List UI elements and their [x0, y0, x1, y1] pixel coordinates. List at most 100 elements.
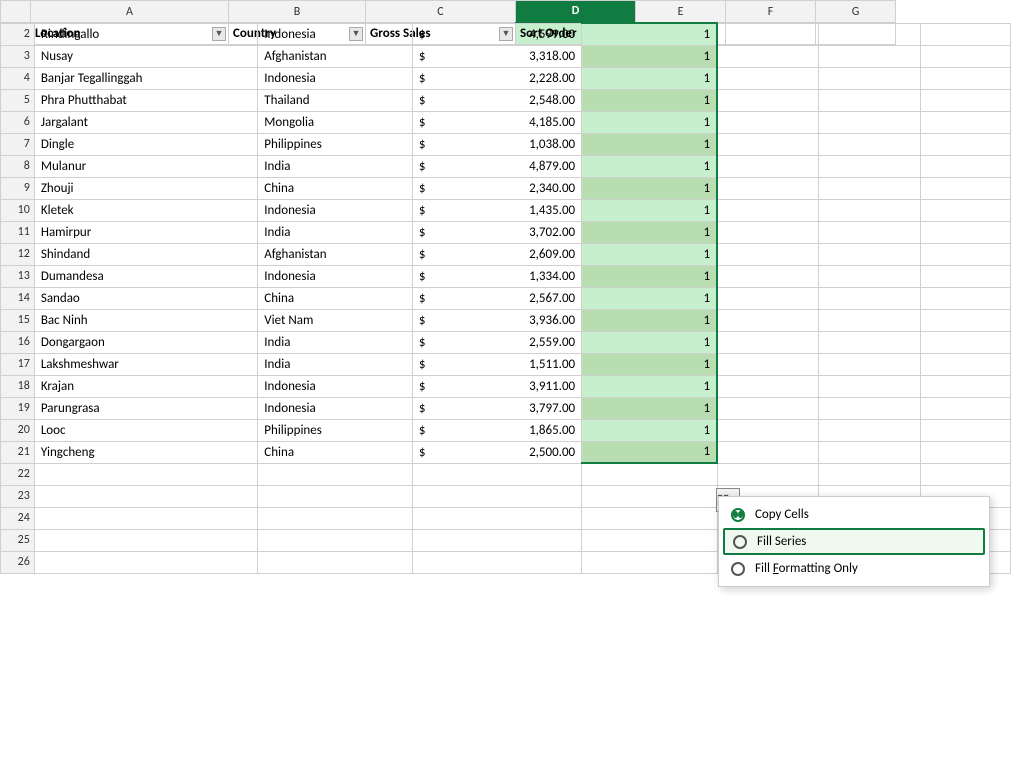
cell-d18[interactable]: 1	[582, 375, 717, 397]
cell-e17[interactable]	[717, 353, 819, 375]
cell-c3[interactable]: $3,318.00	[412, 45, 581, 67]
cell-a16[interactable]: Dongargaon	[34, 331, 257, 353]
cell-d9[interactable]: 1	[582, 177, 717, 199]
cell-g10[interactable]	[920, 199, 1010, 221]
cell-b3[interactable]: Afghanistan	[258, 45, 413, 67]
cell-a11[interactable]: Hamirpur	[34, 221, 257, 243]
cell-f4[interactable]	[819, 67, 921, 89]
cell-b26[interactable]	[258, 551, 413, 573]
cell-b5[interactable]: Thailand	[258, 89, 413, 111]
cell-a12[interactable]: Shindand	[34, 243, 257, 265]
cell-d20[interactable]: 1	[582, 419, 717, 441]
cell-f18[interactable]	[819, 375, 921, 397]
cell-g15[interactable]	[920, 309, 1010, 331]
cell-d11[interactable]: 1	[582, 221, 717, 243]
col-header-c[interactable]: C	[366, 1, 516, 23]
cell-d13[interactable]: 1	[582, 265, 717, 287]
cell-a8[interactable]: Mulanur	[34, 155, 257, 177]
cell-g17[interactable]	[920, 353, 1010, 375]
cell-a20[interactable]: Looc	[34, 419, 257, 441]
cell-c25[interactable]	[412, 529, 581, 551]
cell-e4[interactable]	[717, 67, 819, 89]
cell-c18[interactable]: $3,911.00	[412, 375, 581, 397]
cell-e16[interactable]	[717, 331, 819, 353]
cell-g4[interactable]	[920, 67, 1010, 89]
cell-e5[interactable]	[717, 89, 819, 111]
cell-a25[interactable]	[34, 529, 257, 551]
cell-b18[interactable]: Indonesia	[258, 375, 413, 397]
cell-b12[interactable]: Afghanistan	[258, 243, 413, 265]
cell-b13[interactable]: Indonesia	[258, 265, 413, 287]
cell-g12[interactable]	[920, 243, 1010, 265]
cell-b2[interactable]: Indonesia	[258, 23, 413, 45]
cell-f21[interactable]	[819, 441, 921, 463]
cell-g14[interactable]	[920, 287, 1010, 309]
cell-f12[interactable]	[819, 243, 921, 265]
cell-d5[interactable]: 1	[582, 89, 717, 111]
cell-f2[interactable]	[819, 23, 921, 45]
cell-b6[interactable]: Mongolia	[258, 111, 413, 133]
cell-f7[interactable]	[819, 133, 921, 155]
popup-fill-formatting-only[interactable]: Fill Formatting Only	[719, 555, 989, 582]
cell-d8[interactable]: 1	[582, 155, 717, 177]
cell-b9[interactable]: China	[258, 177, 413, 199]
cell-a21[interactable]: Yingcheng	[34, 441, 257, 463]
cell-c4[interactable]: $2,228.00	[412, 67, 581, 89]
cell-f10[interactable]	[819, 199, 921, 221]
cell-a6[interactable]: Jargalant	[34, 111, 257, 133]
cell-g13[interactable]	[920, 265, 1010, 287]
cell-e19[interactable]	[717, 397, 819, 419]
cell-a24[interactable]	[34, 507, 257, 529]
cell-f16[interactable]	[819, 331, 921, 353]
cell-f14[interactable]	[819, 287, 921, 309]
cell-d24[interactable]	[582, 507, 717, 529]
cell-c22[interactable]	[412, 463, 581, 485]
cell-a4[interactable]: Banjar Tegallinggah	[34, 67, 257, 89]
cell-c12[interactable]: $2,609.00	[412, 243, 581, 265]
cell-c26[interactable]	[412, 551, 581, 573]
cell-e20[interactable]	[717, 419, 819, 441]
cell-g11[interactable]	[920, 221, 1010, 243]
cell-a7[interactable]: Dingle	[34, 133, 257, 155]
col-header-a[interactable]: A	[31, 1, 229, 23]
cell-c24[interactable]	[412, 507, 581, 529]
cell-c13[interactable]: $1,334.00	[412, 265, 581, 287]
cell-b11[interactable]: India	[258, 221, 413, 243]
cell-f8[interactable]	[819, 155, 921, 177]
cell-c2[interactable]: $4,599.00	[412, 23, 581, 45]
cell-c9[interactable]: $2,340.00	[412, 177, 581, 199]
cell-g5[interactable]	[920, 89, 1010, 111]
cell-b19[interactable]: Indonesia	[258, 397, 413, 419]
cell-d25[interactable]	[582, 529, 717, 551]
cell-g20[interactable]	[920, 419, 1010, 441]
cell-b23[interactable]	[258, 485, 413, 507]
cell-f5[interactable]	[819, 89, 921, 111]
cell-e2[interactable]	[717, 23, 819, 45]
cell-d10[interactable]: 1	[582, 199, 717, 221]
cell-g3[interactable]	[920, 45, 1010, 67]
cell-b7[interactable]: Philippines	[258, 133, 413, 155]
cell-c23[interactable]	[412, 485, 581, 507]
cell-f17[interactable]	[819, 353, 921, 375]
cell-a13[interactable]: Dumandesa	[34, 265, 257, 287]
cell-c15[interactable]: $3,936.00	[412, 309, 581, 331]
cell-a26[interactable]	[34, 551, 257, 573]
cell-e6[interactable]	[717, 111, 819, 133]
cell-e3[interactable]	[717, 45, 819, 67]
cell-c17[interactable]: $1,511.00	[412, 353, 581, 375]
cell-g2[interactable]	[920, 23, 1010, 45]
cell-f6[interactable]	[819, 111, 921, 133]
cell-e15[interactable]	[717, 309, 819, 331]
cell-g6[interactable]	[920, 111, 1010, 133]
cell-b4[interactable]: Indonesia	[258, 67, 413, 89]
cell-b24[interactable]	[258, 507, 413, 529]
cell-e11[interactable]	[717, 221, 819, 243]
cell-d2[interactable]: 1	[582, 23, 717, 45]
cell-a15[interactable]: Bac Ninh	[34, 309, 257, 331]
cell-c14[interactable]: $2,567.00	[412, 287, 581, 309]
cell-a3[interactable]: Nusay	[34, 45, 257, 67]
cell-e22[interactable]	[717, 463, 819, 485]
cell-a18[interactable]: Krajan	[34, 375, 257, 397]
cell-f3[interactable]	[819, 45, 921, 67]
cell-f9[interactable]	[819, 177, 921, 199]
